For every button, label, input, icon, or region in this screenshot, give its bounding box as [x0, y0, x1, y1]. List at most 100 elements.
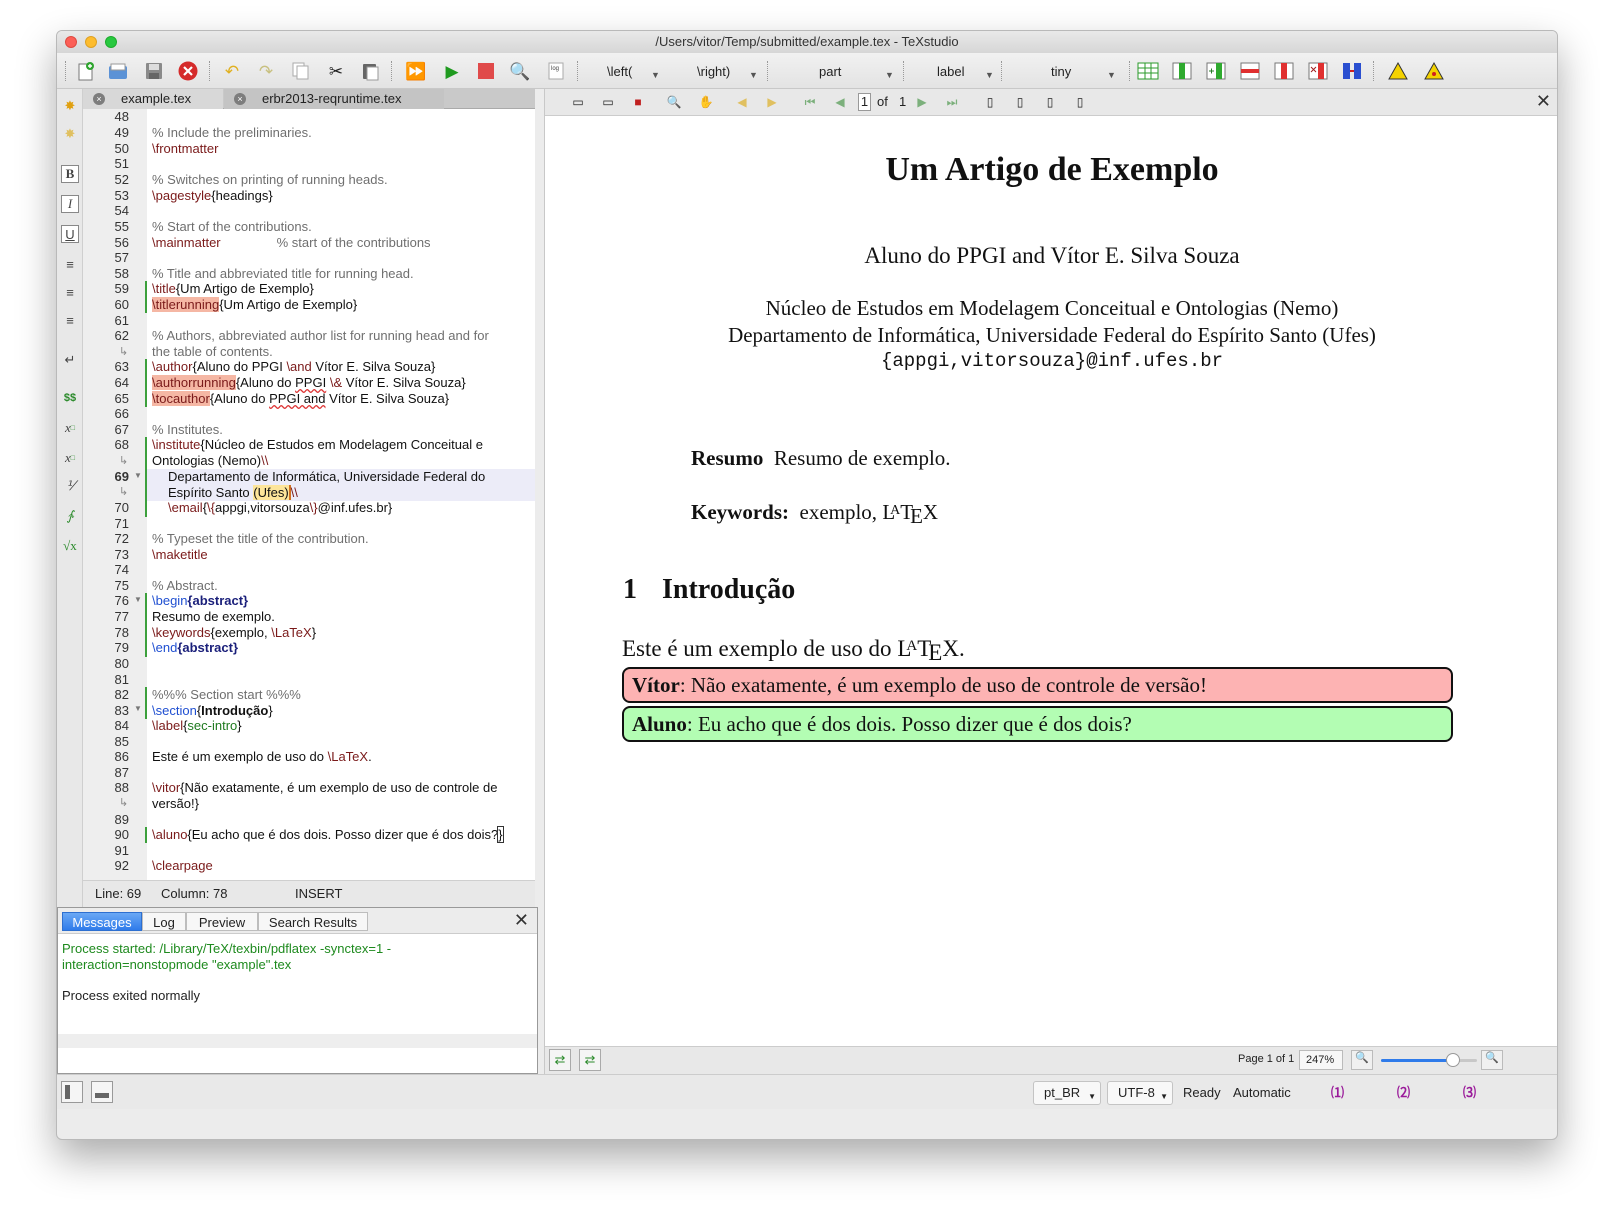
sync-icon[interactable]: ⇄	[549, 1049, 571, 1071]
single-page-icon[interactable]: ▯	[981, 93, 999, 111]
left-delimiter-combo[interactable]: \left(▼	[607, 62, 660, 82]
argument: {Um Artigo de Exemplo}	[219, 297, 358, 312]
zoom-in-icon[interactable]: 🔍	[1481, 1050, 1503, 1070]
table-icon[interactable]	[1137, 60, 1159, 82]
language-combo[interactable]: pt_BR ▼	[1033, 1081, 1101, 1105]
stop-icon[interactable]	[475, 60, 497, 82]
forward-icon[interactable]: ▶	[763, 93, 781, 111]
paste-icon[interactable]	[359, 60, 381, 82]
continuous-icon[interactable]: ▯	[1011, 93, 1029, 111]
tab-search-results[interactable]: Search Results	[258, 912, 368, 931]
open-file-icon[interactable]	[107, 60, 129, 82]
bookmark-1-icon[interactable]: ⑴	[1331, 1084, 1344, 1102]
insert-mode-indicator[interactable]: INSERT	[295, 885, 342, 903]
bookmark-3-icon[interactable]: ⑶	[1463, 1084, 1476, 1102]
zoom-slider-track[interactable]	[1381, 1053, 1477, 1067]
bold-icon[interactable]: B	[61, 165, 79, 183]
compile-icon[interactable]: ▶	[441, 60, 463, 82]
undo-icon[interactable]: ↶	[221, 60, 243, 82]
last-page-icon[interactable]: ⏭	[943, 93, 961, 111]
copy-icon[interactable]	[289, 60, 311, 82]
row-insert-icon[interactable]	[1239, 60, 1261, 82]
fold-marker-icon[interactable]: ▼	[134, 471, 142, 480]
two-pages-icon[interactable]: ▯	[1041, 93, 1059, 111]
view-pdf-icon[interactable]: 🔍	[509, 60, 531, 82]
math-mode-icon[interactable]: $$	[61, 389, 79, 407]
external-viewer-icon[interactable]: ■	[629, 93, 647, 111]
structure-combo[interactable]: part ▼	[819, 62, 894, 82]
maximize-window-button[interactable]	[105, 36, 117, 48]
bookmark-2-icon[interactable]: ⑵	[1397, 1084, 1410, 1102]
sync-cursor-icon[interactable]: ⇄	[579, 1049, 601, 1071]
encoding-combo[interactable]: UTF-8 ▼	[1107, 1081, 1173, 1105]
reference-combo[interactable]: label ▼	[937, 62, 994, 82]
tab-log[interactable]: Log	[142, 912, 186, 931]
hand-tool-icon[interactable]: ✋	[697, 93, 715, 111]
code-editor[interactable]: 48 49 50 51 52 53 54 55 56 57 58 59 60 61 62 63 64 65 66 67…	[83, 109, 535, 880]
log-icon[interactable]: log	[545, 60, 567, 82]
minimize-window-button[interactable]	[85, 36, 97, 48]
tab-erbr2013-reqruntime-tex[interactable]: × erbr2013-reqruntime.tex	[224, 89, 444, 109]
underline-icon[interactable]: U	[61, 225, 79, 243]
page-number-input[interactable]: 1	[858, 93, 871, 111]
toggle-messages-icon[interactable]	[91, 1081, 113, 1103]
command: \label	[152, 718, 184, 733]
line-number: 65	[114, 391, 129, 406]
redo-icon[interactable]: ↷	[255, 60, 277, 82]
zoom-out-icon[interactable]: 🔍	[1351, 1050, 1373, 1070]
new-file-icon[interactable]	[75, 60, 97, 82]
close-file-icon[interactable]	[177, 60, 199, 82]
previous-page-icon[interactable]: ◀	[831, 93, 849, 111]
close-panel-icon[interactable]: ✕	[514, 910, 529, 931]
superscript-icon[interactable]: x □	[61, 449, 79, 467]
close-tab-icon[interactable]: ×	[234, 93, 246, 105]
fraction-icon[interactable]: ⅟	[61, 477, 79, 495]
argument: Espírito Santo	[168, 485, 254, 500]
toggle-preview-icon[interactable]: ▭	[599, 93, 617, 111]
bookmark-star-icon[interactable]: ✸	[61, 97, 79, 115]
warning-icon[interactable]	[1387, 60, 1409, 82]
comment: % Abstract.	[152, 578, 218, 593]
fold-marker-icon[interactable]: ▼	[134, 595, 142, 604]
abstract-block: Resumo Resumo de exemplo.	[691, 446, 951, 471]
status-mode[interactable]: Automatic	[1233, 1084, 1291, 1102]
column-delete-icon[interactable]	[1273, 60, 1295, 82]
newline-icon[interactable]: ↵	[61, 351, 79, 369]
align-left-icon[interactable]: ≡	[61, 255, 79, 273]
zoom-combo[interactable]: 247%	[1299, 1050, 1343, 1070]
close-viewer-icon[interactable]: ✕	[1536, 91, 1551, 112]
toggle-outline-icon[interactable]: ▭	[569, 93, 587, 111]
toggle-structure-icon[interactable]	[61, 1081, 83, 1103]
cut-icon[interactable]: ✂	[325, 60, 347, 82]
fit-width-icon[interactable]: ▯	[1071, 93, 1089, 111]
next-page-icon[interactable]: ▶	[913, 93, 931, 111]
subscript-icon[interactable]: x □	[61, 419, 79, 437]
italic-icon[interactable]: I	[61, 195, 79, 213]
close-window-button[interactable]	[65, 36, 77, 48]
tab-example-tex[interactable]: × example.tex	[83, 89, 223, 109]
tab-messages[interactable]: Messages	[62, 912, 142, 931]
line-number: 70	[114, 500, 129, 515]
first-page-icon[interactable]: ⏮	[801, 93, 819, 111]
zoom-in-icon[interactable]: 🔍	[665, 93, 683, 111]
fold-marker-icon[interactable]: ▼	[134, 704, 142, 713]
right-delimiter-combo[interactable]: \right) ▼	[697, 62, 758, 82]
dfrac-icon[interactable]: ∱	[61, 507, 79, 525]
row-delete-icon[interactable]	[1307, 60, 1329, 82]
column-insert-icon[interactable]	[1171, 60, 1193, 82]
build-view-icon[interactable]: ⏩	[405, 60, 427, 82]
error-icon[interactable]	[1423, 60, 1445, 82]
column-add-icon[interactable]	[1205, 60, 1227, 82]
tab-preview[interactable]: Preview	[186, 912, 258, 931]
save-icon[interactable]	[143, 60, 165, 82]
table-align-icon[interactable]	[1341, 60, 1363, 82]
line-number: 79	[114, 640, 129, 655]
bookmark-star-icon[interactable]: ✸	[61, 125, 79, 143]
zoom-slider-handle[interactable]	[1445, 1053, 1460, 1067]
back-icon[interactable]: ◀	[733, 93, 751, 111]
close-tab-icon[interactable]: ×	[93, 93, 105, 105]
sqrt-icon[interactable]: √x	[61, 537, 79, 555]
align-center-icon[interactable]: ≡	[61, 283, 79, 301]
align-right-icon[interactable]: ≡	[61, 311, 79, 329]
font-size-combo[interactable]: tiny ▼	[1051, 62, 1116, 82]
